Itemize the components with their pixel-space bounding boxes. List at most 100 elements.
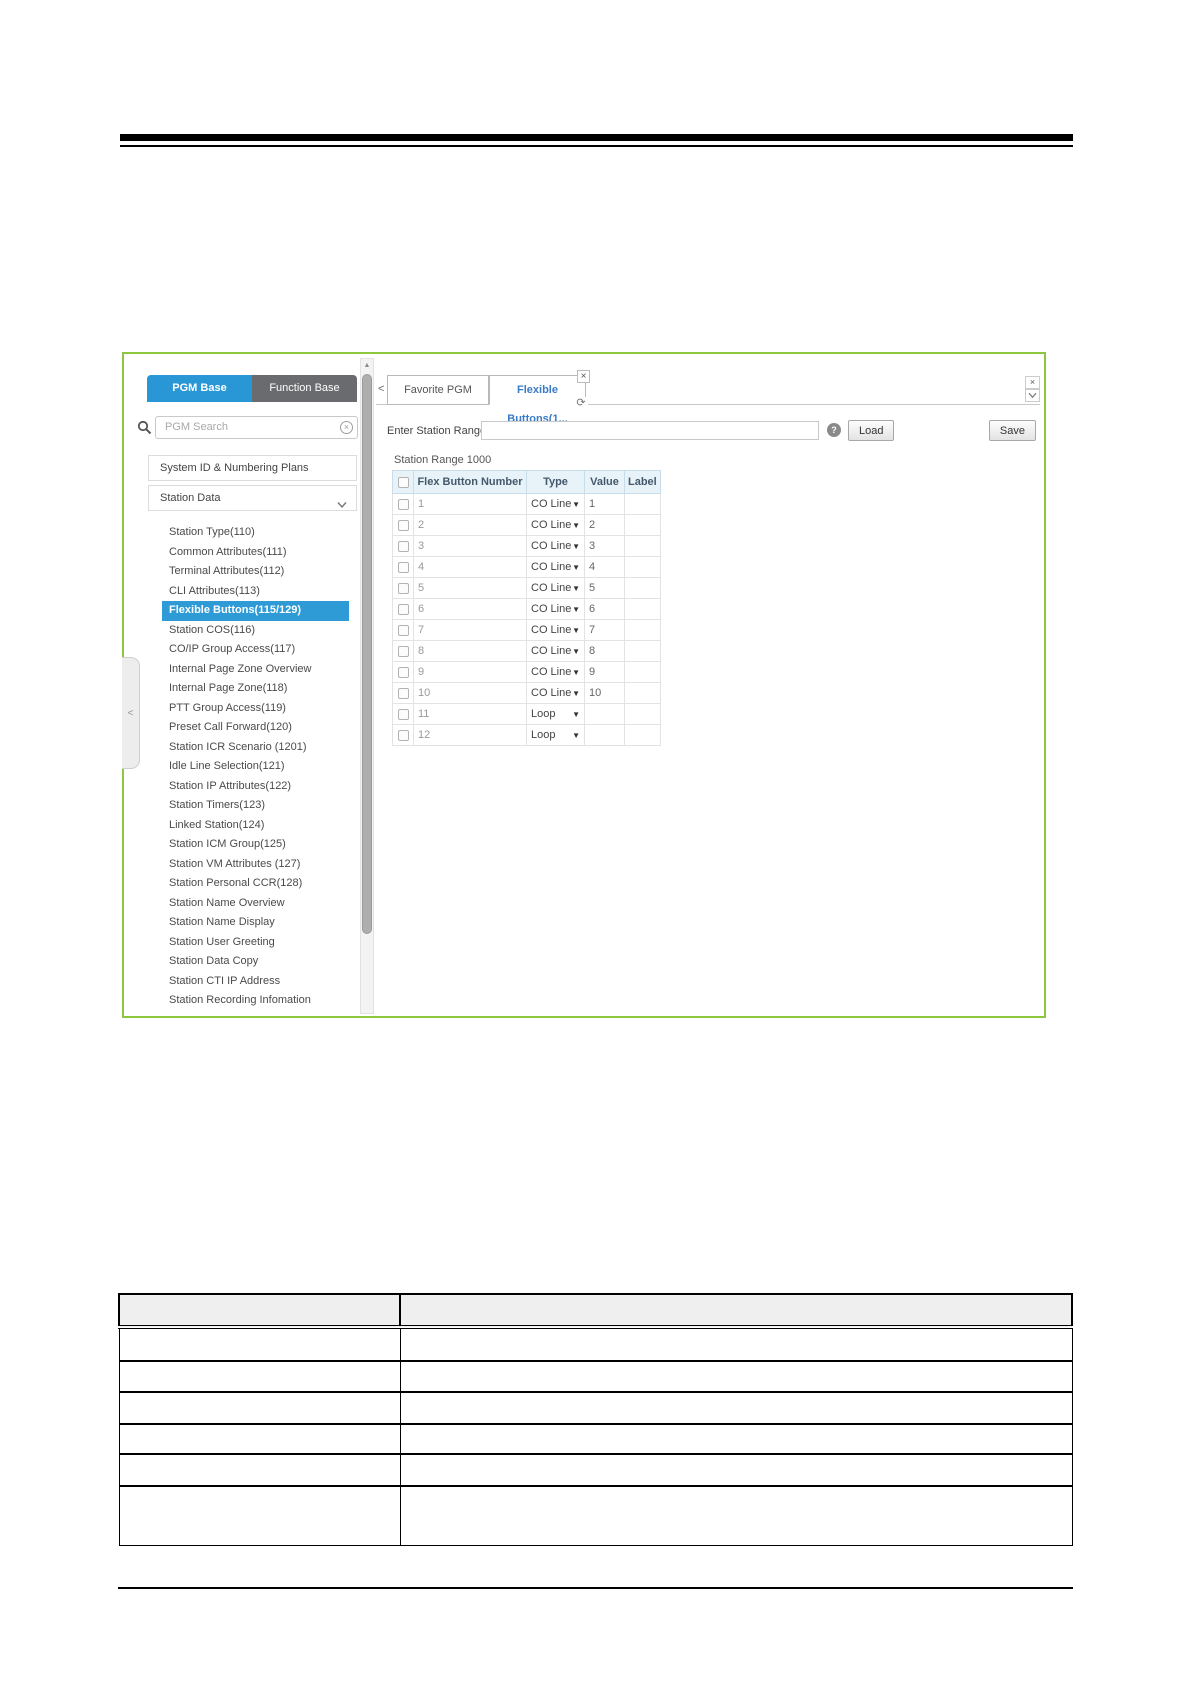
label-cell[interactable] <box>624 577 661 599</box>
scroll-up-icon[interactable]: ▲ <box>361 359 373 372</box>
value-cell[interactable]: 2 <box>584 514 625 536</box>
sidebar-item[interactable]: Station COS(116) <box>162 621 349 641</box>
tab-function-base[interactable]: Function Base <box>252 375 357 402</box>
row-checkbox[interactable] <box>397 582 409 594</box>
value-cell[interactable]: 10 <box>584 682 625 704</box>
sidebar-item[interactable]: Station Recording Infomation <box>162 991 349 1011</box>
sidebar-scrollbar[interactable]: ▲ <box>360 358 374 1014</box>
label-cell[interactable] <box>624 682 661 704</box>
label-cell[interactable] <box>624 598 661 620</box>
row-checkbox[interactable] <box>397 561 409 573</box>
panel-close-button[interactable]: × <box>1025 376 1040 389</box>
value-cell[interactable]: 7 <box>584 619 625 641</box>
value-cell[interactable] <box>584 703 625 725</box>
load-button[interactable]: Load <box>848 420 895 441</box>
sidebar-item[interactable]: Station ICM Group(125) <box>162 835 349 855</box>
type-select[interactable]: Loop ▼ <box>526 703 585 725</box>
row-checkbox[interactable] <box>397 666 409 678</box>
tab-flexible-buttons-label: Flexible Buttons(1... <box>507 384 568 425</box>
row-checkbox[interactable] <box>397 603 409 615</box>
label-cell[interactable] <box>624 556 661 578</box>
type-select[interactable]: CO Line ▼ <box>526 514 585 536</box>
value-cell[interactable]: 5 <box>584 577 625 599</box>
value-cell[interactable]: 4 <box>584 556 625 578</box>
row-checkbox[interactable] <box>397 645 409 657</box>
sidebar-item[interactable]: CO/IP Group Access(117) <box>162 640 349 660</box>
panel-collapse-button[interactable] <box>1025 389 1040 402</box>
row-checkbox[interactable] <box>397 687 409 699</box>
help-icon[interactable]: ? <box>827 423 841 437</box>
tab-favorite-pgm[interactable]: Favorite PGM <box>387 375 489 405</box>
sidebar-item[interactable]: CLI Attributes(113) <box>162 582 349 602</box>
type-select[interactable]: CO Line ▼ <box>526 640 585 662</box>
type-select[interactable]: Loop ▼ <box>526 724 585 746</box>
station-range-input[interactable] <box>481 421 819 440</box>
label-cell[interactable] <box>624 535 661 557</box>
search-input-wrap: × <box>155 415 358 439</box>
type-select[interactable]: CO Line ▼ <box>526 661 585 683</box>
tab-scroll-left-icon[interactable]: < <box>378 383 384 395</box>
row-checkbox[interactable] <box>397 540 409 552</box>
sidebar-item[interactable]: Station Name Display <box>162 913 349 933</box>
sidebar-item[interactable]: Common Attributes(111) <box>162 543 349 563</box>
sidebar-item[interactable]: Linked Station(124) <box>162 816 349 836</box>
type-select[interactable]: CO Line ▼ <box>526 556 585 578</box>
sidebar-collapse-handle[interactable]: < <box>122 657 140 769</box>
sidebar-item[interactable]: Station ICR Scenario (1201) <box>162 738 349 758</box>
sidebar-item[interactable]: Station Name Overview <box>162 894 349 914</box>
select-all-checkbox[interactable] <box>397 476 409 488</box>
sidebar-item[interactable]: Station VM Attributes (127) <box>162 855 349 875</box>
save-button[interactable]: Save <box>988 420 1036 441</box>
label-cell[interactable] <box>624 514 661 536</box>
label-cell[interactable] <box>624 703 661 725</box>
label-cell[interactable] <box>624 493 661 515</box>
label-cell[interactable] <box>624 661 661 683</box>
value-cell[interactable] <box>584 724 625 746</box>
row-checkbox[interactable] <box>397 519 409 531</box>
value-cell[interactable]: 1 <box>584 493 625 515</box>
sidebar-item[interactable]: Idle Line Selection(121) <box>162 757 349 777</box>
value-cell[interactable]: 6 <box>584 598 625 620</box>
sidebar-item[interactable]: Station IP Attributes(122) <box>162 777 349 797</box>
sidebar-item[interactable]: Internal Page Zone(118) <box>162 679 349 699</box>
sidebar-item[interactable]: Preset Call Forward(120) <box>162 718 349 738</box>
sidebar-item[interactable]: Station User Greeting <box>162 933 349 953</box>
pgm-search-row: × <box>137 415 358 439</box>
refresh-tab-icon[interactable]: ⟳ <box>574 397 588 411</box>
type-select[interactable]: CO Line ▼ <box>526 598 585 620</box>
sidebar-item[interactable]: Station CTI IP Address <box>162 972 349 992</box>
tab-pgm-base[interactable]: PGM Base <box>147 375 252 402</box>
sidebar-item[interactable]: Terminal Attributes(112) <box>162 562 349 582</box>
tab-flexible-buttons[interactable]: Flexible Buttons(1... × ⟳ <box>489 370 590 425</box>
sidebar-item[interactable]: Station Personal CCR(128) <box>162 874 349 894</box>
close-tab-icon[interactable]: × <box>577 370 590 383</box>
sidebar-item[interactable]: Station Type(110) <box>162 523 349 543</box>
sidebar-item-system-id-numbering-plans[interactable]: System ID & Numbering Plans <box>148 455 357 481</box>
type-select-value: CO Line <box>531 519 572 531</box>
scrollbar-thumb[interactable] <box>362 374 372 934</box>
clear-search-icon[interactable]: × <box>340 420 353 434</box>
value-cell[interactable]: 8 <box>584 640 625 662</box>
value-cell[interactable]: 3 <box>584 535 625 557</box>
pgm-search-input[interactable] <box>155 415 358 439</box>
row-checkbox-cell <box>392 640 414 662</box>
row-checkbox[interactable] <box>397 624 409 636</box>
sidebar-item[interactable]: Flexible Buttons(115/129) <box>162 601 349 621</box>
sidebar-item[interactable]: PTT Group Access(119) <box>162 699 349 719</box>
label-cell[interactable] <box>624 724 661 746</box>
label-cell[interactable] <box>624 640 661 662</box>
value-cell[interactable]: 9 <box>584 661 625 683</box>
sidebar-item-station-data[interactable]: Station Data <box>148 485 357 511</box>
row-checkbox[interactable] <box>397 729 409 741</box>
type-select[interactable]: CO Line ▼ <box>526 493 585 515</box>
row-checkbox[interactable] <box>397 498 409 510</box>
type-select[interactable]: CO Line ▼ <box>526 577 585 599</box>
row-checkbox[interactable] <box>397 708 409 720</box>
type-select[interactable]: CO Line ▼ <box>526 535 585 557</box>
type-select[interactable]: CO Line ▼ <box>526 619 585 641</box>
sidebar-item[interactable]: Station Data Copy <box>162 952 349 972</box>
label-cell[interactable] <box>624 619 661 641</box>
type-select[interactable]: CO Line ▼ <box>526 682 585 704</box>
sidebar-item[interactable]: Internal Page Zone Overview <box>162 660 349 680</box>
sidebar-item[interactable]: Station Timers(123) <box>162 796 349 816</box>
